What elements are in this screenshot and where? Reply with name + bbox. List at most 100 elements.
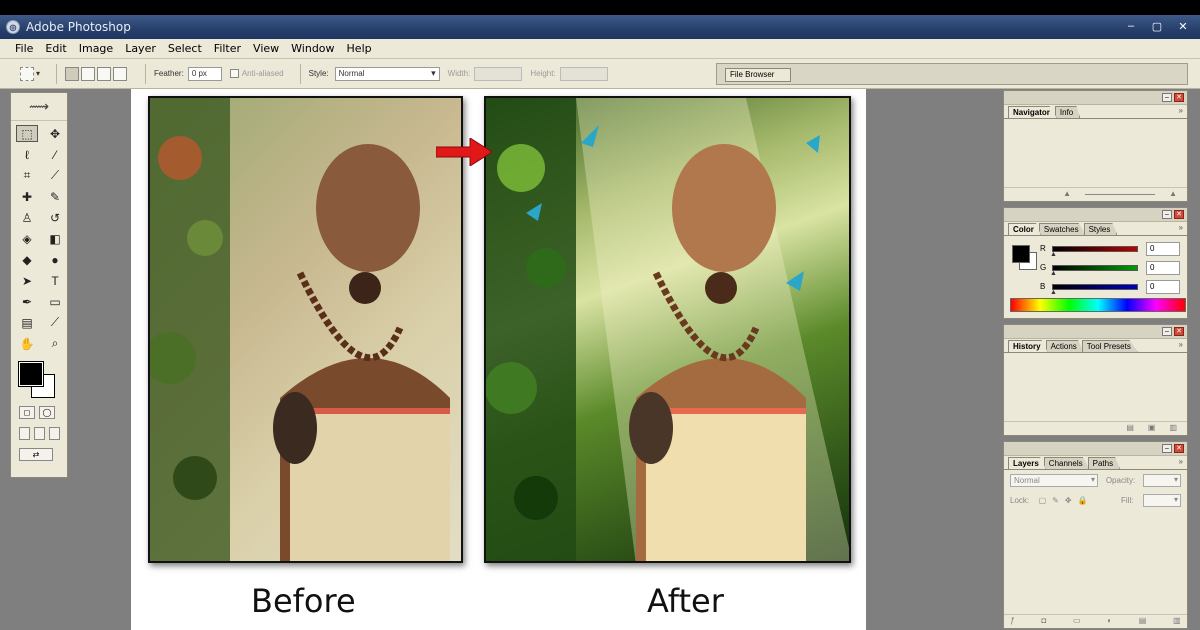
opacity-input[interactable] [1143, 473, 1181, 487]
close-button[interactable]: ✕ [1172, 17, 1194, 35]
standard-mode-icon[interactable]: ◻ [19, 406, 35, 419]
new-snapshot-icon[interactable]: ▣ [1148, 423, 1156, 435]
marquee-tool-icon[interactable]: ⬚ [16, 125, 38, 142]
trash-icon[interactable]: ▥ [1169, 423, 1177, 435]
blend-mode-select[interactable]: Normal [1010, 473, 1098, 487]
minimize-panel-icon[interactable]: ‒ [1162, 327, 1172, 336]
zoom-slider[interactable] [1085, 189, 1156, 195]
panel-menu-icon[interactable]: » [1179, 106, 1183, 115]
screen-mode-full-icon[interactable] [49, 427, 60, 440]
close-panel-icon[interactable]: ✕ [1174, 444, 1184, 453]
clone-stamp-icon[interactable]: ♙ [16, 209, 38, 226]
quick-mask-icon[interactable]: ◯ [39, 406, 55, 419]
magic-wand-icon[interactable]: ⁄ [44, 146, 66, 163]
minimize-panel-icon[interactable]: ‒ [1162, 444, 1172, 453]
menu-window[interactable]: Window [291, 42, 334, 55]
minimize-button[interactable]: ‒ [1120, 17, 1142, 35]
tab-swatches[interactable]: Swatches [1038, 223, 1086, 235]
panel-menu-icon[interactable]: » [1179, 340, 1183, 349]
width-input[interactable] [474, 66, 523, 81]
tab-navigator[interactable]: Navigator [1008, 106, 1057, 118]
history-brush-icon[interactable]: ↺ [44, 209, 66, 226]
menu-view[interactable]: View [253, 42, 279, 55]
close-panel-icon[interactable]: ✕ [1174, 93, 1184, 102]
tab-history[interactable]: History [1008, 340, 1048, 352]
gradient-tool-icon[interactable]: ◧ [44, 230, 66, 247]
minimize-panel-icon[interactable]: ‒ [1162, 93, 1172, 102]
file-browser-tab[interactable]: File Browser [725, 68, 791, 82]
notes-tool-icon[interactable]: ▤ [16, 314, 38, 331]
tab-channels[interactable]: Channels [1043, 457, 1090, 469]
zoom-tool-icon[interactable]: ⌕ [44, 335, 66, 352]
tab-info[interactable]: Info [1054, 106, 1081, 118]
color-foreground-swatch[interactable] [1012, 245, 1030, 263]
zoom-out-icon[interactable]: ▲ [1063, 189, 1071, 201]
anti-aliased-checkbox[interactable] [229, 69, 239, 78]
height-input[interactable] [559, 66, 608, 81]
tab-tool-presets[interactable]: Tool Presets [1081, 340, 1138, 352]
color-spectrum-bar[interactable] [1010, 298, 1186, 312]
jump-to-imageready-icon[interactable]: ⇄ [19, 448, 53, 461]
subtract-selection-icon[interactable] [97, 66, 112, 81]
menu-file[interactable]: File [15, 42, 33, 55]
green-slider[interactable] [1050, 264, 1138, 277]
new-document-icon[interactable]: ▤ [1126, 423, 1134, 435]
blue-value-input[interactable]: 0 [1146, 279, 1180, 294]
lock-icons[interactable]: ▢✎✥🔒 [1039, 496, 1094, 505]
crop-tool-icon[interactable]: ⌗ [16, 167, 38, 184]
add-selection-icon[interactable] [81, 66, 96, 81]
fill-input[interactable] [1142, 493, 1181, 507]
tab-layers[interactable]: Layers [1008, 457, 1046, 469]
type-tool-icon[interactable]: T [44, 272, 66, 289]
intersect-selection-icon[interactable] [113, 66, 128, 81]
panel-menu-icon[interactable]: » [1179, 457, 1183, 466]
new-layer-icon[interactable]: ▤ [1139, 616, 1147, 628]
menu-help[interactable]: Help [347, 42, 372, 55]
lasso-tool-icon[interactable]: ℓ [16, 146, 38, 163]
tab-paths[interactable]: Paths [1087, 457, 1121, 469]
layer-set-icon[interactable]: ▭ [1073, 616, 1081, 628]
dodge-tool-icon[interactable]: ● [44, 251, 66, 268]
adjustment-layer-icon[interactable]: ◐ [1107, 616, 1112, 628]
hand-tool-icon[interactable]: ✋ [16, 335, 38, 352]
brush-tool-icon[interactable]: ✎ [44, 188, 66, 205]
close-panel-icon[interactable]: ✕ [1174, 210, 1184, 219]
menu-layer[interactable]: Layer [125, 42, 156, 55]
slice-tool-icon[interactable]: ⟋ [44, 167, 66, 184]
tab-actions[interactable]: Actions [1045, 340, 1084, 352]
red-value-input[interactable]: 0 [1146, 241, 1180, 256]
tab-styles[interactable]: Styles [1083, 223, 1118, 235]
maximize-button[interactable]: ▢ [1146, 17, 1168, 35]
blue-slider[interactable] [1050, 283, 1138, 296]
blur-tool-icon[interactable]: ◆ [16, 251, 38, 268]
shape-tool-icon[interactable]: ▭ [44, 293, 66, 310]
tab-color[interactable]: Color [1008, 223, 1041, 235]
healing-brush-icon[interactable]: ✚ [16, 188, 38, 205]
screen-mode-standard-icon[interactable] [19, 427, 30, 440]
delete-layer-icon[interactable]: ▥ [1173, 616, 1181, 628]
new-selection-icon[interactable] [65, 66, 80, 81]
panel-menu-icon[interactable]: » [1179, 223, 1183, 232]
path-select-icon[interactable]: ➤ [16, 272, 38, 289]
layer-style-icon[interactable]: ƒ [1010, 616, 1014, 628]
move-tool-icon[interactable]: ✥ [44, 125, 66, 142]
eyedropper-icon[interactable]: ⟋ [44, 314, 66, 331]
close-panel-icon[interactable]: ✕ [1174, 327, 1184, 336]
menu-edit[interactable]: Edit [45, 42, 66, 55]
eraser-tool-icon[interactable]: ◈ [16, 230, 38, 247]
foreground-color-swatch[interactable] [18, 361, 44, 387]
menu-select[interactable]: Select [168, 42, 202, 55]
layer-mask-icon[interactable]: ◘ [1041, 616, 1046, 628]
feather-input[interactable]: 0 px [187, 66, 222, 81]
screen-mode-full-menu-icon[interactable] [34, 427, 45, 440]
zoom-in-icon[interactable]: ▲ [1169, 189, 1177, 201]
green-value-input[interactable]: 0 [1146, 260, 1180, 275]
pen-tool-icon[interactable]: ✒ [16, 293, 38, 310]
style-select[interactable]: Normal [334, 66, 440, 81]
red-slider[interactable] [1050, 245, 1138, 258]
adobe-online-icon[interactable]: ⟿ [11, 93, 67, 121]
minimize-panel-icon[interactable]: ‒ [1162, 210, 1172, 219]
menu-image[interactable]: Image [79, 42, 113, 55]
menu-filter[interactable]: Filter [214, 42, 241, 55]
marquee-preset-picker[interactable]: ▾ [20, 66, 40, 81]
